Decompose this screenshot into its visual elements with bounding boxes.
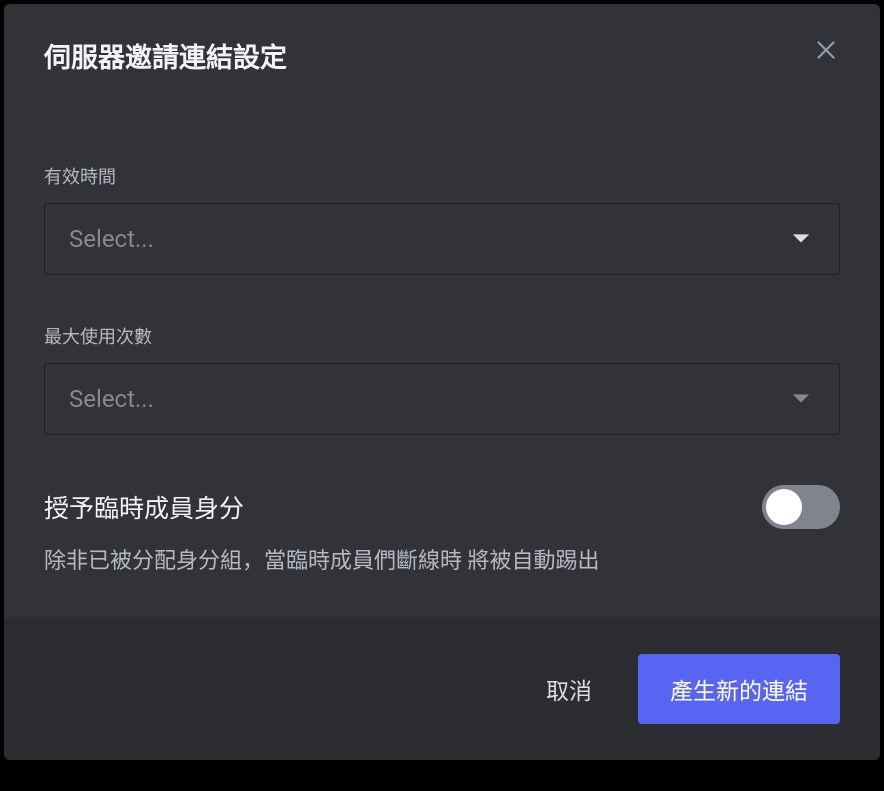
chevron-down-icon xyxy=(787,225,815,253)
maxuses-field-group: 最大使用次數 Select... xyxy=(44,323,840,435)
temporary-toggle[interactable] xyxy=(762,485,840,529)
temporary-description: 除非已被分配身分組，當臨時成員們斷線時 將被自動踢出 xyxy=(44,547,840,578)
temporary-label: 授予臨時成員身分 xyxy=(44,489,244,525)
temporary-membership-group: 授予臨時成員身分 除非已被分配身分組，當臨時成員們斷線時 將被自動踢出 xyxy=(44,485,840,578)
close-button[interactable] xyxy=(812,36,840,64)
toggle-knob xyxy=(766,489,802,525)
close-icon xyxy=(813,37,839,63)
expire-select-placeholder: Select... xyxy=(69,225,154,253)
modal-footer: 取消 產生新的連結 xyxy=(4,618,880,760)
chevron-down-icon xyxy=(787,385,815,413)
temporary-toggle-row: 授予臨時成員身分 xyxy=(44,485,840,529)
modal-header: 伺服器邀請連結設定 xyxy=(4,4,880,75)
modal-body: 有效時間 Select... 最大使用次數 Select... 授予臨時成員身分 xyxy=(4,75,880,618)
expire-label: 有效時間 xyxy=(44,163,840,189)
maxuses-select[interactable]: Select... xyxy=(44,363,840,435)
expire-field-group: 有效時間 Select... xyxy=(44,163,840,275)
modal-title: 伺服器邀請連結設定 xyxy=(44,36,287,75)
generate-link-button[interactable]: 產生新的連結 xyxy=(638,654,840,724)
maxuses-select-placeholder: Select... xyxy=(69,385,154,413)
invite-settings-modal: 伺服器邀請連結設定 有效時間 Select... 最大使用次數 Select..… xyxy=(4,4,880,760)
maxuses-label: 最大使用次數 xyxy=(44,323,840,349)
expire-select[interactable]: Select... xyxy=(44,203,840,275)
cancel-button[interactable]: 取消 xyxy=(530,662,608,716)
